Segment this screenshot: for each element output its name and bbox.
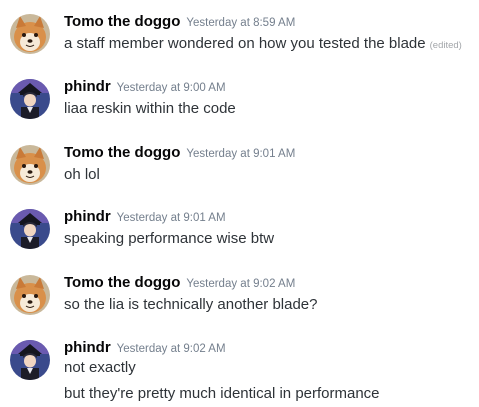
timestamp[interactable]: Yesterday at 9:02 AM	[186, 278, 295, 290]
username[interactable]: phindr	[64, 78, 111, 95]
username[interactable]: Tomo the doggo	[64, 274, 180, 291]
message-line: liaa reskin within the code	[64, 100, 236, 117]
shiba-dog-avatar[interactable]	[10, 145, 50, 185]
message-text: but they're pretty much identical in per…	[64, 384, 380, 404]
timestamp[interactable]: Yesterday at 8:59 AM	[186, 17, 295, 29]
message-header: phindr Yesterday at 9:01 AM	[64, 207, 226, 227]
message-text: not exactly	[64, 358, 136, 378]
message-text: a staff member wondered on how you teste…	[64, 34, 462, 56]
anime-character-avatar[interactable]	[10, 79, 50, 119]
username[interactable]: phindr	[64, 208, 111, 225]
message-text: oh lol	[64, 165, 100, 185]
timestamp[interactable]: Yesterday at 9:02 AM	[117, 343, 226, 355]
message-text: liaa reskin within the code	[64, 99, 236, 119]
message: Tomo the doggo Yesterday at 9:01 AM oh lo…	[0, 143, 479, 187]
username[interactable]: Tomo the doggo	[64, 144, 180, 161]
anime-character-avatar[interactable]	[10, 209, 50, 249]
message-text: speaking performance wise btw	[64, 229, 274, 249]
anime-character-avatar[interactable]	[10, 340, 50, 380]
message-header: phindr Yesterday at 9:00 AM	[64, 77, 226, 97]
message: phindr Yesterday at 9:02 AM not exactly b…	[0, 338, 479, 404]
message-header: Tomo the doggo Yesterday at 9:01 AM	[64, 143, 295, 163]
message-header: Tomo the doggo Yesterday at 9:02 AM	[64, 273, 295, 293]
edited-label: (edited)	[429, 40, 462, 51]
message: Tomo the doggo Yesterday at 9:02 AM so th…	[0, 273, 479, 317]
message-text: so the lia is technically another blade?	[64, 295, 318, 315]
message: phindr Yesterday at 9:01 AM speaking perf…	[0, 207, 479, 251]
message-line: so the lia is technically another blade?	[64, 296, 318, 313]
shiba-dog-avatar[interactable]	[10, 14, 50, 54]
message: Tomo the doggo Yesterday at 8:59 AM a sta…	[0, 12, 479, 56]
username[interactable]: Tomo the doggo	[64, 13, 180, 30]
timestamp[interactable]: Yesterday at 9:01 AM	[117, 212, 226, 224]
username[interactable]: phindr	[64, 339, 111, 356]
shiba-dog-avatar[interactable]	[10, 275, 50, 315]
chat-messages: Tomo the doggo Yesterday at 8:59 AM a sta…	[0, 0, 479, 407]
message-header: phindr Yesterday at 9:02 AM	[64, 338, 226, 358]
message-line: oh lol	[64, 166, 100, 183]
message-line: not exactly	[64, 359, 136, 376]
message-line: a staff member wondered on how you teste…	[64, 35, 426, 52]
message-header: Tomo the doggo Yesterday at 8:59 AM	[64, 12, 295, 32]
timestamp[interactable]: Yesterday at 9:00 AM	[117, 82, 226, 94]
message-line: but they're pretty much identical in per…	[64, 385, 380, 402]
timestamp[interactable]: Yesterday at 9:01 AM	[186, 148, 295, 160]
message: phindr Yesterday at 9:00 AM liaa reskin w…	[0, 77, 479, 121]
message-line: speaking performance wise btw	[64, 230, 275, 247]
